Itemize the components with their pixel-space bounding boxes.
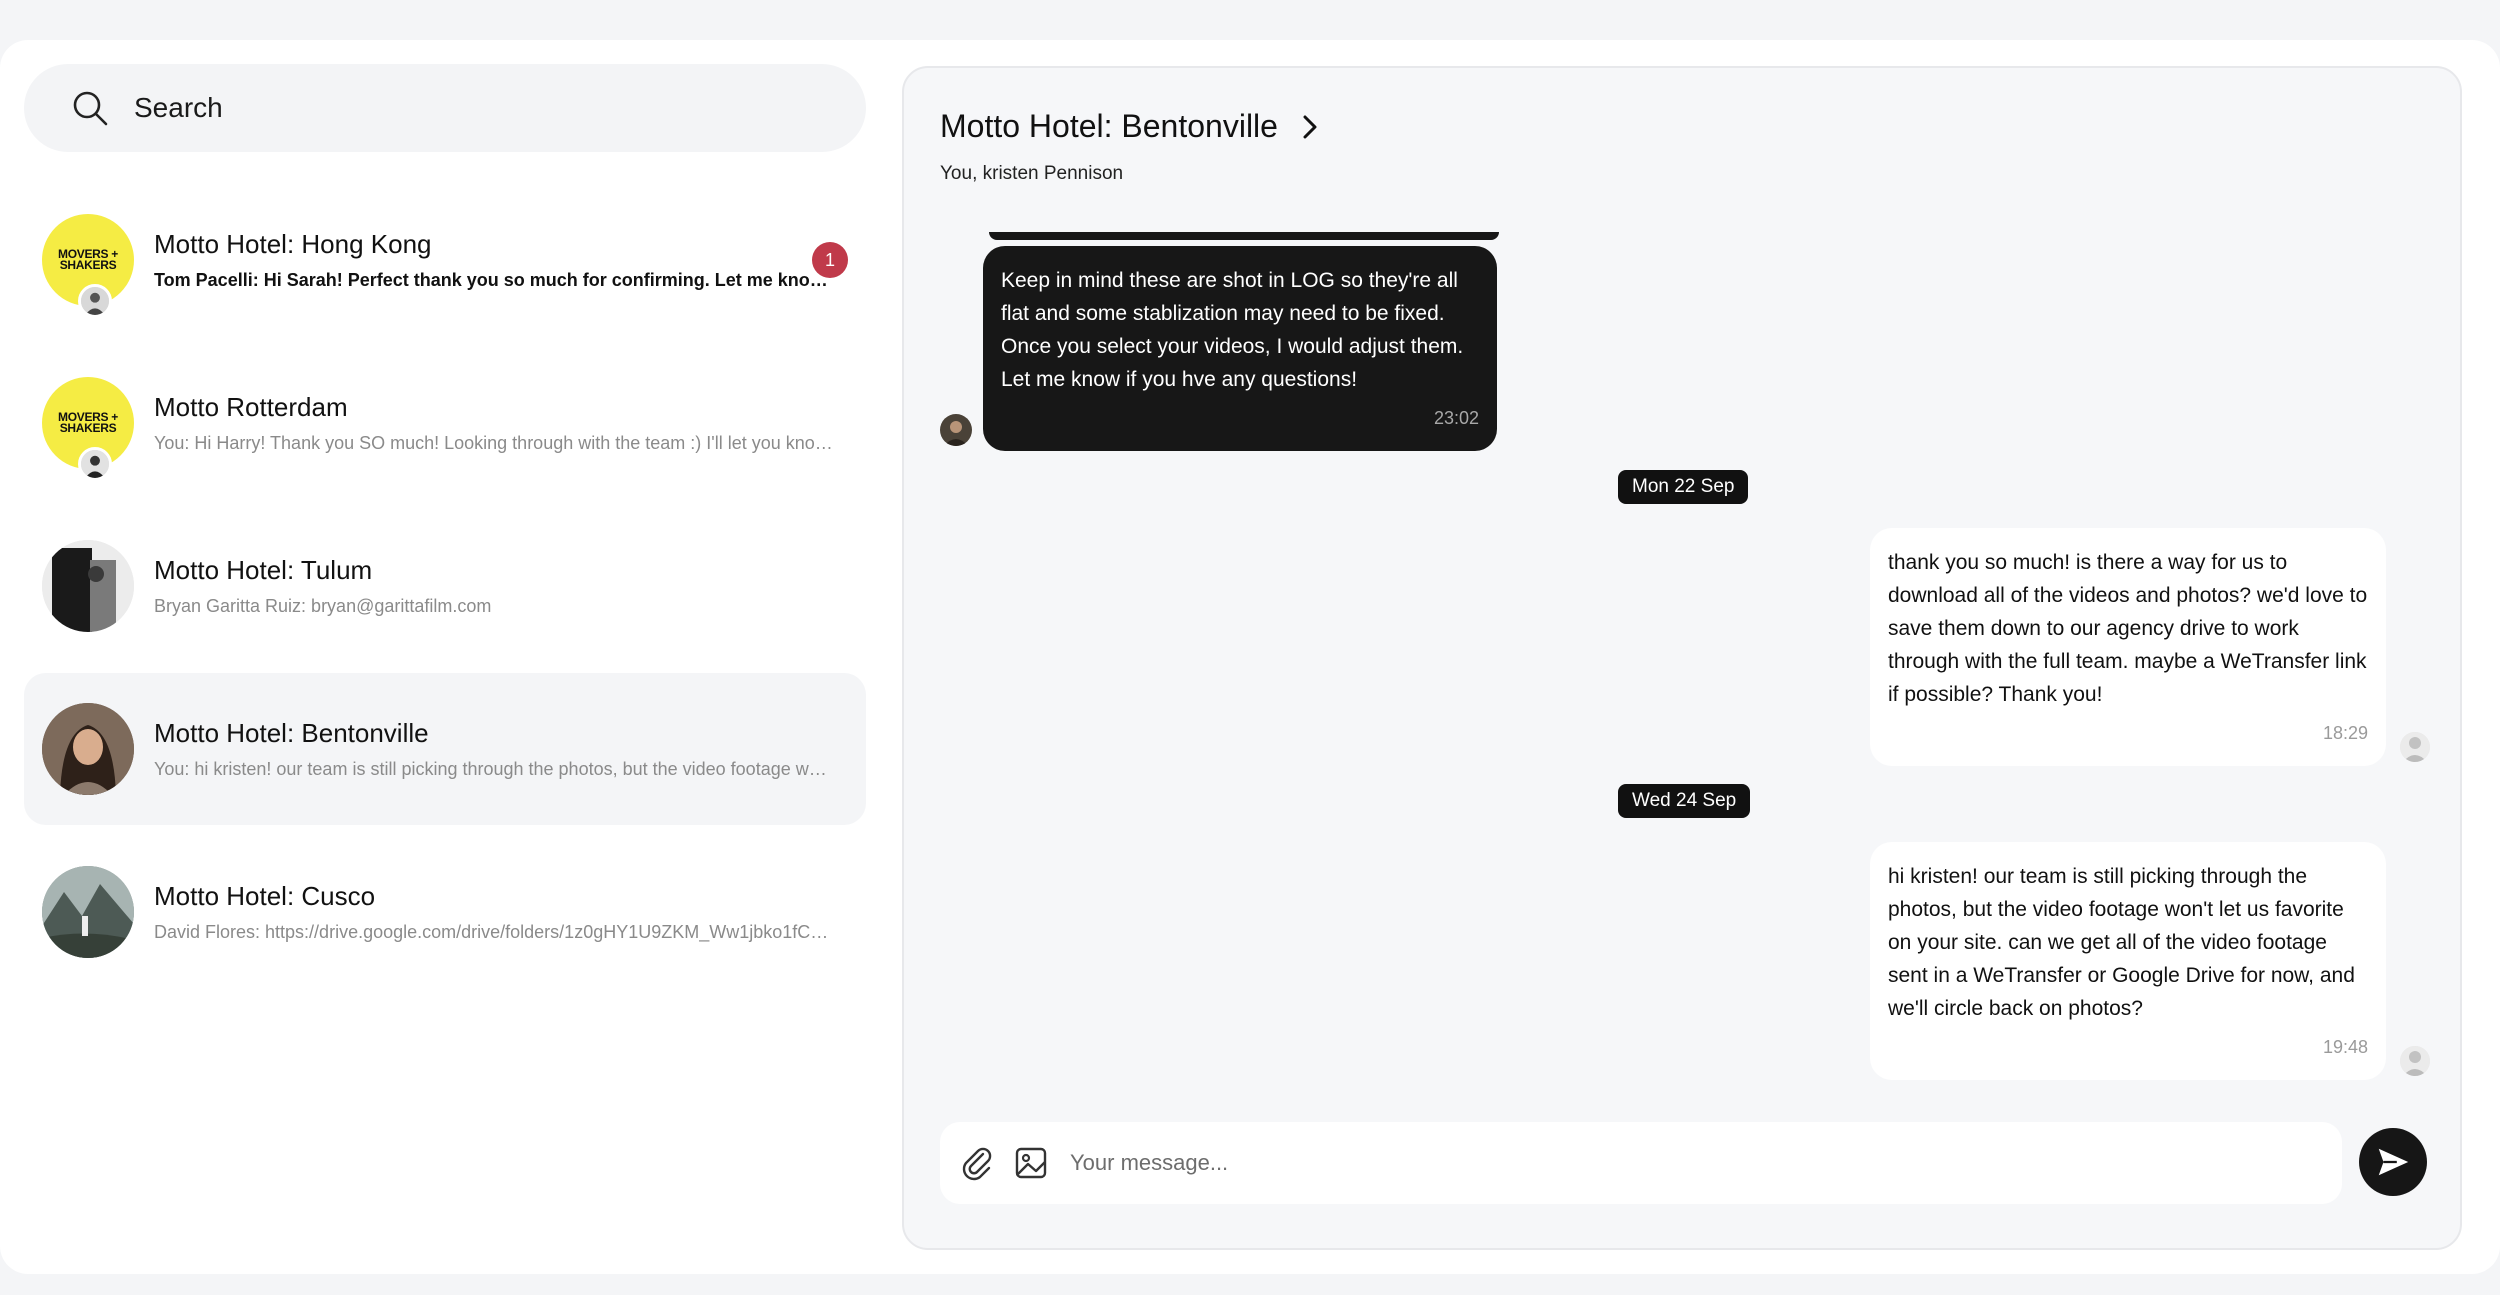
unread-badge: 1 bbox=[812, 242, 848, 278]
conversation-title: Motto Hotel: Cusco bbox=[154, 881, 376, 911]
chat-participants: You, kristen Pennison bbox=[940, 163, 1124, 184]
message-time: 23:02 bbox=[1433, 408, 1479, 428]
message-incoming: Keep in mind these are shot in LOG so th… bbox=[983, 246, 1497, 451]
send-button[interactable] bbox=[2359, 1128, 2427, 1196]
message-input[interactable] bbox=[1070, 1150, 2270, 1176]
conversation-bentonville[interactable]: Motto Hotel: Bentonville You: hi kristen… bbox=[24, 673, 866, 825]
member-avatar bbox=[78, 284, 112, 318]
conversation-hong-kong[interactable]: MOVERS + SHAKERS Motto Hotel: Hong Kong … bbox=[24, 184, 866, 336]
conversation-preview: You: hi kristen! our team is still picki… bbox=[154, 759, 834, 779]
date-separator: Wed 24 Sep bbox=[1618, 784, 1751, 818]
contact-avatar bbox=[42, 866, 134, 958]
paperclip-icon[interactable] bbox=[958, 1144, 996, 1182]
conversation-cusco[interactable]: Motto Hotel: Cusco David Flores: https:/… bbox=[24, 836, 866, 988]
message-outgoing: hi kristen! our team is still picking th… bbox=[1870, 842, 2386, 1080]
conversation-title: Motto Hotel: Hong Kong bbox=[154, 229, 432, 259]
message-outgoing: thank you so much! is there a way for us… bbox=[1870, 528, 2386, 766]
conversation-list: MOVERS + SHAKERS Motto Hotel: Hong Kong … bbox=[24, 184, 866, 999]
conversation-preview: Tom Pacelli: Hi Sarah! Perfect thank you… bbox=[154, 270, 834, 290]
image-icon[interactable] bbox=[1012, 1144, 1050, 1182]
conversation-sidebar: Search MOVERS + SHAKERS Motto Hotel: Hon… bbox=[24, 64, 866, 1234]
chat-header[interactable]: Motto Hotel: Bentonville You, kristen Pe… bbox=[940, 108, 1324, 185]
message-time: 19:48 bbox=[2322, 1037, 2368, 1057]
self-avatar bbox=[2400, 1046, 2430, 1076]
conversation-rotterdam[interactable]: MOVERS + SHAKERS Motto Rotterdam You: Hi… bbox=[24, 347, 866, 499]
conversation-preview: David Flores: https://drive.google.com/d… bbox=[154, 922, 834, 942]
chat-title: Motto Hotel: Bentonville bbox=[940, 108, 1278, 144]
date-separator: Mon 22 Sep bbox=[1618, 470, 1749, 504]
previous-message-edge bbox=[989, 232, 1499, 240]
conversation-title: Motto Hotel: Tulum bbox=[154, 555, 373, 585]
send-icon bbox=[2378, 1148, 2409, 1176]
group-avatar: MOVERS + SHAKERS bbox=[42, 377, 134, 481]
messenger-app: Search MOVERS + SHAKERS Motto Hotel: Hon… bbox=[0, 40, 2500, 1274]
message-text: Keep in mind these are shot in LOG so th… bbox=[1001, 269, 1464, 391]
message-time: 18:29 bbox=[2322, 723, 2368, 743]
logo-text-line2: SHAKERS bbox=[59, 258, 117, 272]
member-avatar bbox=[78, 447, 112, 481]
conversation-preview: You: Hi Harry! Thank you SO much! Lookin… bbox=[154, 433, 834, 453]
chat-panel: Motto Hotel: Bentonville You, kristen Pe… bbox=[902, 66, 2462, 1250]
conversation-preview: Bryan Garitta Ruiz: bryan@garittafilm.co… bbox=[154, 596, 492, 616]
message-composer bbox=[940, 1122, 2342, 1204]
conversation-title: Motto Hotel: Bentonville bbox=[154, 718, 429, 748]
self-avatar bbox=[2400, 732, 2430, 762]
chevron-right-icon[interactable] bbox=[1296, 113, 1324, 141]
contact-avatar bbox=[42, 540, 134, 632]
search-bar[interactable]: Search bbox=[24, 64, 866, 152]
contact-avatar bbox=[42, 703, 134, 795]
conversation-title: Motto Rotterdam bbox=[154, 392, 348, 422]
message-text: hi kristen! our team is still picking th… bbox=[1888, 865, 2355, 1020]
message-text: thank you so much! is there a way for us… bbox=[1888, 551, 2368, 706]
search-label: Search bbox=[134, 92, 223, 123]
conversation-tulum[interactable]: Motto Hotel: Tulum Bryan Garitta Ruiz: b… bbox=[24, 510, 866, 662]
logo-text-line2: SHAKERS bbox=[59, 421, 117, 435]
group-avatar: MOVERS + SHAKERS bbox=[42, 214, 134, 318]
sender-avatar bbox=[940, 414, 972, 446]
search-icon bbox=[73, 91, 108, 126]
